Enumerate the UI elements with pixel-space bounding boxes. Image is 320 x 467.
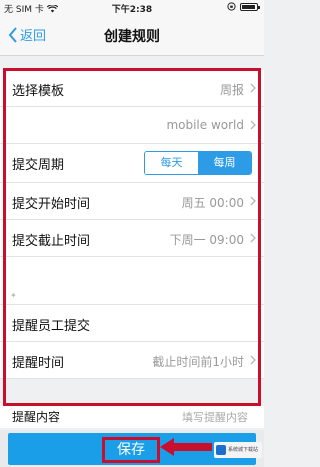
remind-staff-label: 提醒员工提交 <box>12 319 91 334</box>
end-time-value: 下周一 09:00 <box>169 233 244 247</box>
nav-bar: 返回 创建规则 <box>0 16 264 56</box>
chevron-right-icon <box>250 120 256 130</box>
chevron-right-icon <box>250 233 256 243</box>
chevron-right-icon <box>250 355 256 365</box>
start-time-value: 周五 00:00 <box>181 196 244 210</box>
remind-time-value: 截止时间前1小时 <box>152 355 244 369</box>
end-time-label: 提交截止时间 <box>12 234 91 249</box>
template-label: 选择模板 <box>12 84 65 99</box>
remind-content-placeholder: 填写提醒内容 <box>182 411 248 424</box>
spacer-mark: ✦ <box>10 291 17 300</box>
battery-icon <box>240 2 260 11</box>
remind-content-row[interactable]: 提醒内容 填写提醒内容 <box>0 406 264 428</box>
template-row[interactable]: 选择模板 周报 <box>0 70 264 107</box>
template-sub-value: mobile world <box>166 118 244 132</box>
status-bar: 无 SIM 卡 下午2:38 <box>0 0 264 16</box>
status-right <box>227 2 260 11</box>
save-button-label[interactable]: 保存 <box>102 437 160 463</box>
chevron-right-icon <box>250 196 256 206</box>
arrow-left-icon <box>160 438 212 456</box>
cycle-label: 提交周期 <box>12 158 65 173</box>
watermark-text: 系统城下载站 <box>228 447 259 453</box>
chevron-right-icon <box>250 83 256 93</box>
page-title: 创建规则 <box>104 29 160 45</box>
status-time: 下午2:38 <box>111 5 153 15</box>
cycle-row: 提交周期 每天 每周 <box>0 144 264 183</box>
remind-staff-row[interactable]: 提醒员工提交 <box>0 305 264 342</box>
rule-form: 选择模板 周报 mobile world 提交周期 每天 每周 提交开始时间 周… <box>0 70 264 379</box>
watermark-icon <box>216 445 226 455</box>
rotation-lock-icon <box>227 2 236 11</box>
section-spacer: ✦ <box>0 257 264 305</box>
cycle-segmented-control[interactable]: 每天 每周 <box>144 151 252 175</box>
remind-time-row[interactable]: 提醒时间 截止时间前1小时 <box>0 342 264 379</box>
remind-content-label: 提醒内容 <box>12 410 61 424</box>
template-sub-row[interactable]: mobile world <box>0 107 264 144</box>
start-time-label: 提交开始时间 <box>12 197 91 212</box>
remind-time-label: 提醒时间 <box>12 356 65 371</box>
cycle-option-daily[interactable]: 每天 <box>145 152 198 174</box>
end-time-row[interactable]: 提交截止时间 下周一 09:00 <box>0 220 264 257</box>
template-value: 周报 <box>219 83 244 97</box>
start-time-row[interactable]: 提交开始时间 周五 00:00 <box>0 183 264 220</box>
cycle-option-weekly[interactable]: 每周 <box>198 152 251 174</box>
watermark-logo: 系统城下载站 <box>214 442 262 458</box>
